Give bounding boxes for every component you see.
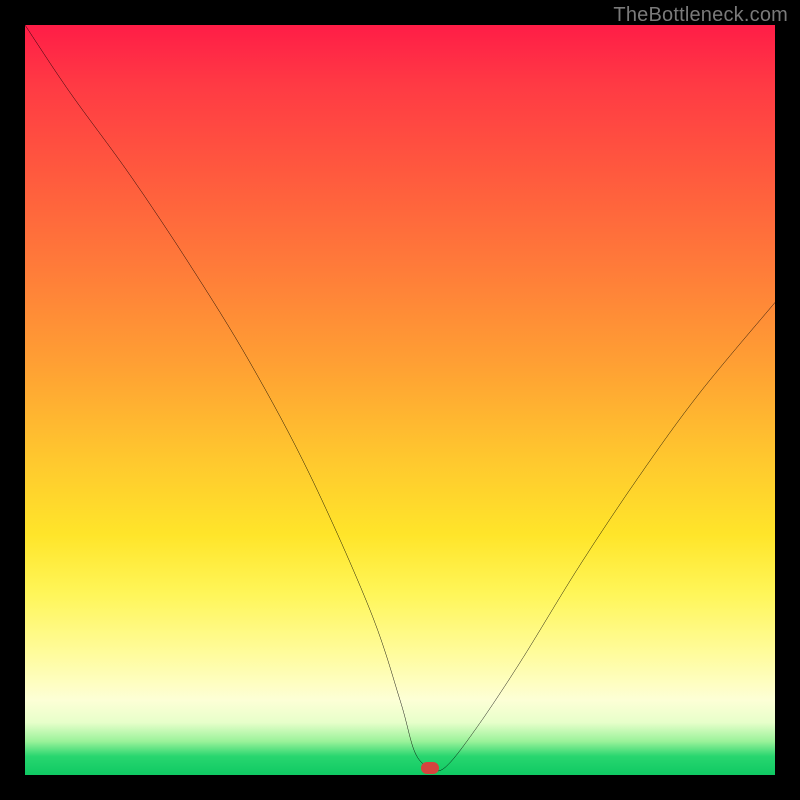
bottleneck-curve (25, 25, 775, 775)
chart-frame: TheBottleneck.com (0, 0, 800, 800)
watermark-text: TheBottleneck.com (613, 4, 788, 27)
plot-area (25, 25, 775, 775)
min-marker (421, 762, 439, 774)
curve-path (25, 25, 775, 771)
